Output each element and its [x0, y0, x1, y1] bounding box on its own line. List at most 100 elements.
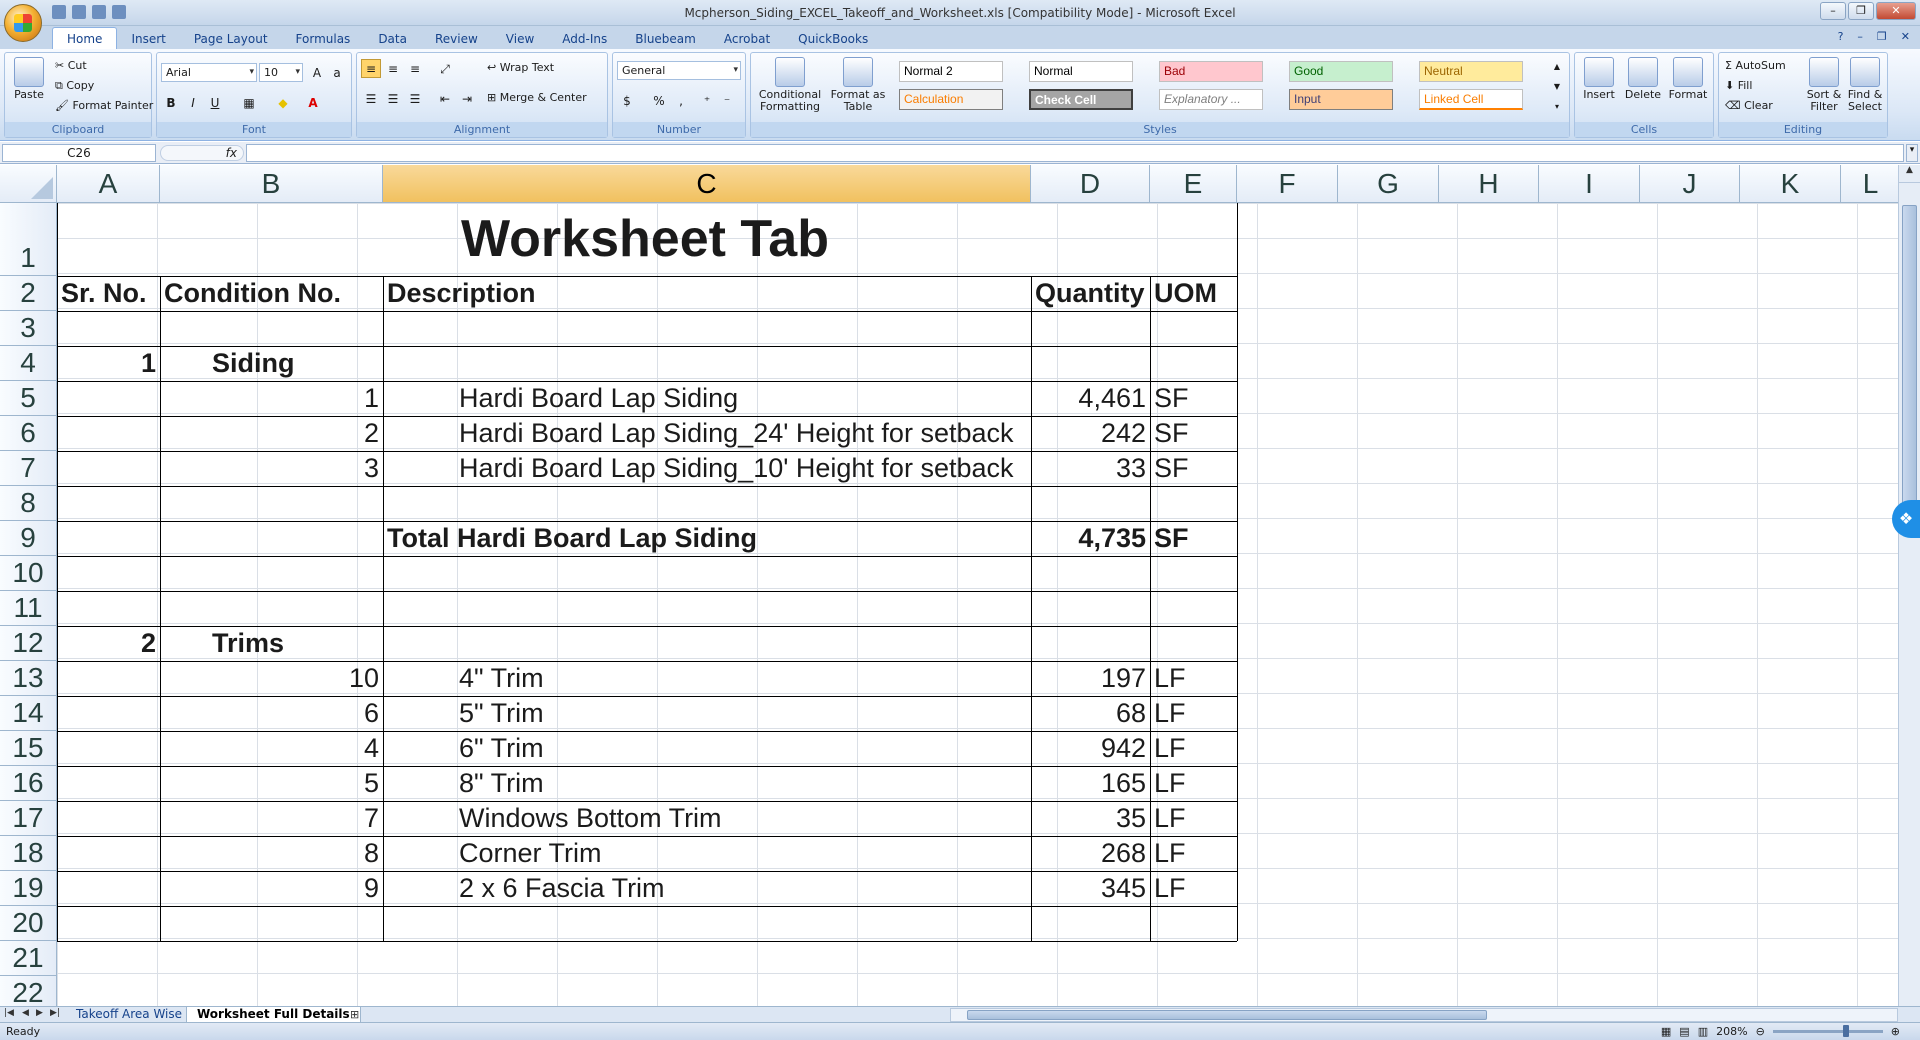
row-header-16[interactable]: 16	[0, 766, 57, 801]
row-header-15[interactable]: 15	[0, 731, 57, 766]
bold-button[interactable]: B	[161, 93, 181, 112]
first-sheet-icon[interactable]: |◀	[4, 1008, 14, 1018]
insert-sheet-icon[interactable]: ⊞	[350, 1008, 359, 1021]
normal-view-icon[interactable]: ▦	[1661, 1023, 1671, 1040]
total-quantity[interactable]: 4,735	[1031, 521, 1150, 556]
condition-no[interactable]: 8	[160, 836, 383, 871]
underline-button[interactable]: U	[205, 93, 225, 112]
wrap-text-button[interactable]: ↩ Wrap Text	[487, 61, 554, 74]
quantity[interactable]: 33	[1031, 451, 1150, 486]
currency-button[interactable]: $	[617, 91, 637, 110]
column-header-i[interactable]: I	[1539, 165, 1640, 203]
decrease-indent-icon[interactable]: ⇤	[435, 89, 455, 108]
align-left-icon[interactable]: ☰	[361, 89, 381, 108]
condition-no[interactable]: 6	[160, 696, 383, 731]
cell-style-calculation[interactable]: Calculation	[899, 89, 1003, 110]
tab-page-layout[interactable]: Page Layout	[180, 29, 282, 49]
expand-formula-bar-icon[interactable]: ▾	[1906, 144, 1918, 162]
align-top-icon[interactable]: ≡	[361, 59, 381, 78]
formula-input[interactable]	[246, 144, 1904, 162]
header-quantity[interactable]: Quantity	[1031, 276, 1150, 311]
sheet-tab-worksheet-full-details[interactable]: Worksheet Full Details	[186, 1007, 361, 1023]
column-header-c[interactable]: C	[383, 165, 1031, 203]
fill-color-icon[interactable]: ◆	[273, 93, 293, 112]
total-uom[interactable]: SF	[1150, 521, 1237, 556]
row-header-1[interactable]: 1	[0, 203, 57, 276]
row-header-14[interactable]: 14	[0, 696, 57, 731]
tab-add-ins[interactable]: Add-Ins	[548, 29, 621, 49]
tab-view[interactable]: View	[492, 29, 548, 49]
quantity[interactable]: 942	[1031, 731, 1150, 766]
page-layout-view-icon[interactable]: ▤	[1679, 1023, 1689, 1040]
header-sr-no[interactable]: Sr. No.	[57, 276, 160, 311]
quantity[interactable]: 35	[1031, 801, 1150, 836]
uom[interactable]: LF	[1150, 766, 1237, 801]
increase-indent-icon[interactable]: ⇥	[457, 89, 477, 108]
row-header-9[interactable]: 9	[0, 521, 57, 556]
help-icon[interactable]: ?	[1838, 30, 1844, 43]
ribbon-close-icon[interactable]: ✕	[1901, 30, 1910, 43]
quantity[interactable]: 165	[1031, 766, 1150, 801]
find-select-button[interactable]: Find & Select	[1845, 57, 1885, 113]
cell-style-good[interactable]: Good	[1289, 61, 1393, 82]
row-header-17[interactable]: 17	[0, 801, 57, 836]
uom[interactable]: LF	[1150, 661, 1237, 696]
cell-style-explanatory[interactable]: Explanatory ...	[1159, 89, 1263, 110]
sheet-tab-takeoff-area-wise[interactable]: Takeoff Area Wise	[66, 1007, 192, 1023]
condition-no[interactable]: 7	[160, 801, 383, 836]
description[interactable]: Hardi Board Lap Siding_10' Height for se…	[383, 451, 1031, 486]
tab-quickbooks[interactable]: QuickBooks	[784, 29, 882, 49]
column-header-e[interactable]: E	[1150, 165, 1237, 203]
row-header-21[interactable]: 21	[0, 941, 57, 976]
row-header-5[interactable]: 5	[0, 381, 57, 416]
column-header-f[interactable]: F	[1237, 165, 1338, 203]
conditional-formatting-button[interactable]: Conditional Formatting	[755, 57, 825, 113]
uom[interactable]: SF	[1150, 381, 1237, 416]
restore-button[interactable]: ❐	[1848, 2, 1874, 20]
row-header-4[interactable]: 4	[0, 346, 57, 381]
quantity[interactable]: 68	[1031, 696, 1150, 731]
cell-style-input[interactable]: Input	[1289, 89, 1393, 110]
select-all-button[interactable]	[0, 165, 57, 203]
percent-button[interactable]: %	[649, 91, 669, 110]
align-bottom-icon[interactable]: ≡	[405, 59, 425, 78]
description[interactable]: 4" Trim	[383, 661, 1031, 696]
header-uom[interactable]: UOM	[1150, 276, 1237, 311]
column-header-b[interactable]: B	[160, 165, 383, 203]
decrease-decimal-icon[interactable]: ⁻	[717, 91, 737, 110]
insert-function-button[interactable]: fx	[160, 145, 244, 161]
cell-style-linked-cell[interactable]: Linked Cell	[1419, 89, 1523, 110]
cells-area[interactable]: Worksheet Tab Sr. No. Condition No. Descrip…	[57, 203, 1898, 1006]
font-name-select[interactable]: Arial	[161, 63, 257, 82]
description[interactable]: 5" Trim	[383, 696, 1031, 731]
description[interactable]: 6" Trim	[383, 731, 1031, 766]
quantity[interactable]: 268	[1031, 836, 1150, 871]
number-format-select[interactable]: General	[617, 61, 741, 80]
uom[interactable]: LF	[1150, 696, 1237, 731]
row-header-2[interactable]: 2	[0, 276, 57, 311]
condition-no[interactable]: 3	[160, 451, 383, 486]
tab-acrobat[interactable]: Acrobat	[710, 29, 784, 49]
italic-button[interactable]: I	[183, 93, 203, 112]
ribbon-minimize-icon[interactable]: –	[1857, 30, 1863, 43]
autosum-button[interactable]: Σ AutoSum	[1725, 59, 1786, 72]
grow-font-button[interactable]: A	[307, 63, 327, 82]
zoom-in-icon[interactable]: ⊕	[1891, 1023, 1900, 1040]
scroll-up-icon[interactable]: ▲	[1899, 165, 1920, 183]
page-break-view-icon[interactable]: ▥	[1698, 1023, 1708, 1040]
tab-bluebeam[interactable]: Bluebeam	[621, 29, 710, 49]
cell-style-neutral[interactable]: Neutral	[1419, 61, 1523, 82]
uom[interactable]: LF	[1150, 836, 1237, 871]
clear-button[interactable]: ⌫ Clear	[1725, 99, 1773, 112]
cell-style-bad[interactable]: Bad	[1159, 61, 1263, 82]
section-name[interactable]: Trims	[160, 626, 383, 661]
row-header-19[interactable]: 19	[0, 871, 57, 906]
condition-no[interactable]: 9	[160, 871, 383, 906]
borders-icon[interactable]: ▦	[239, 93, 259, 112]
cell-style-normal[interactable]: Normal	[1029, 61, 1133, 82]
description[interactable]: 8" Trim	[383, 766, 1031, 801]
tab-formulas[interactable]: Formulas	[282, 29, 365, 49]
format-as-table-button[interactable]: Format as Table	[829, 57, 887, 113]
row-header-22[interactable]: 22	[0, 976, 57, 1006]
total-description[interactable]: Total Hardi Board Lap Siding	[383, 521, 1031, 556]
